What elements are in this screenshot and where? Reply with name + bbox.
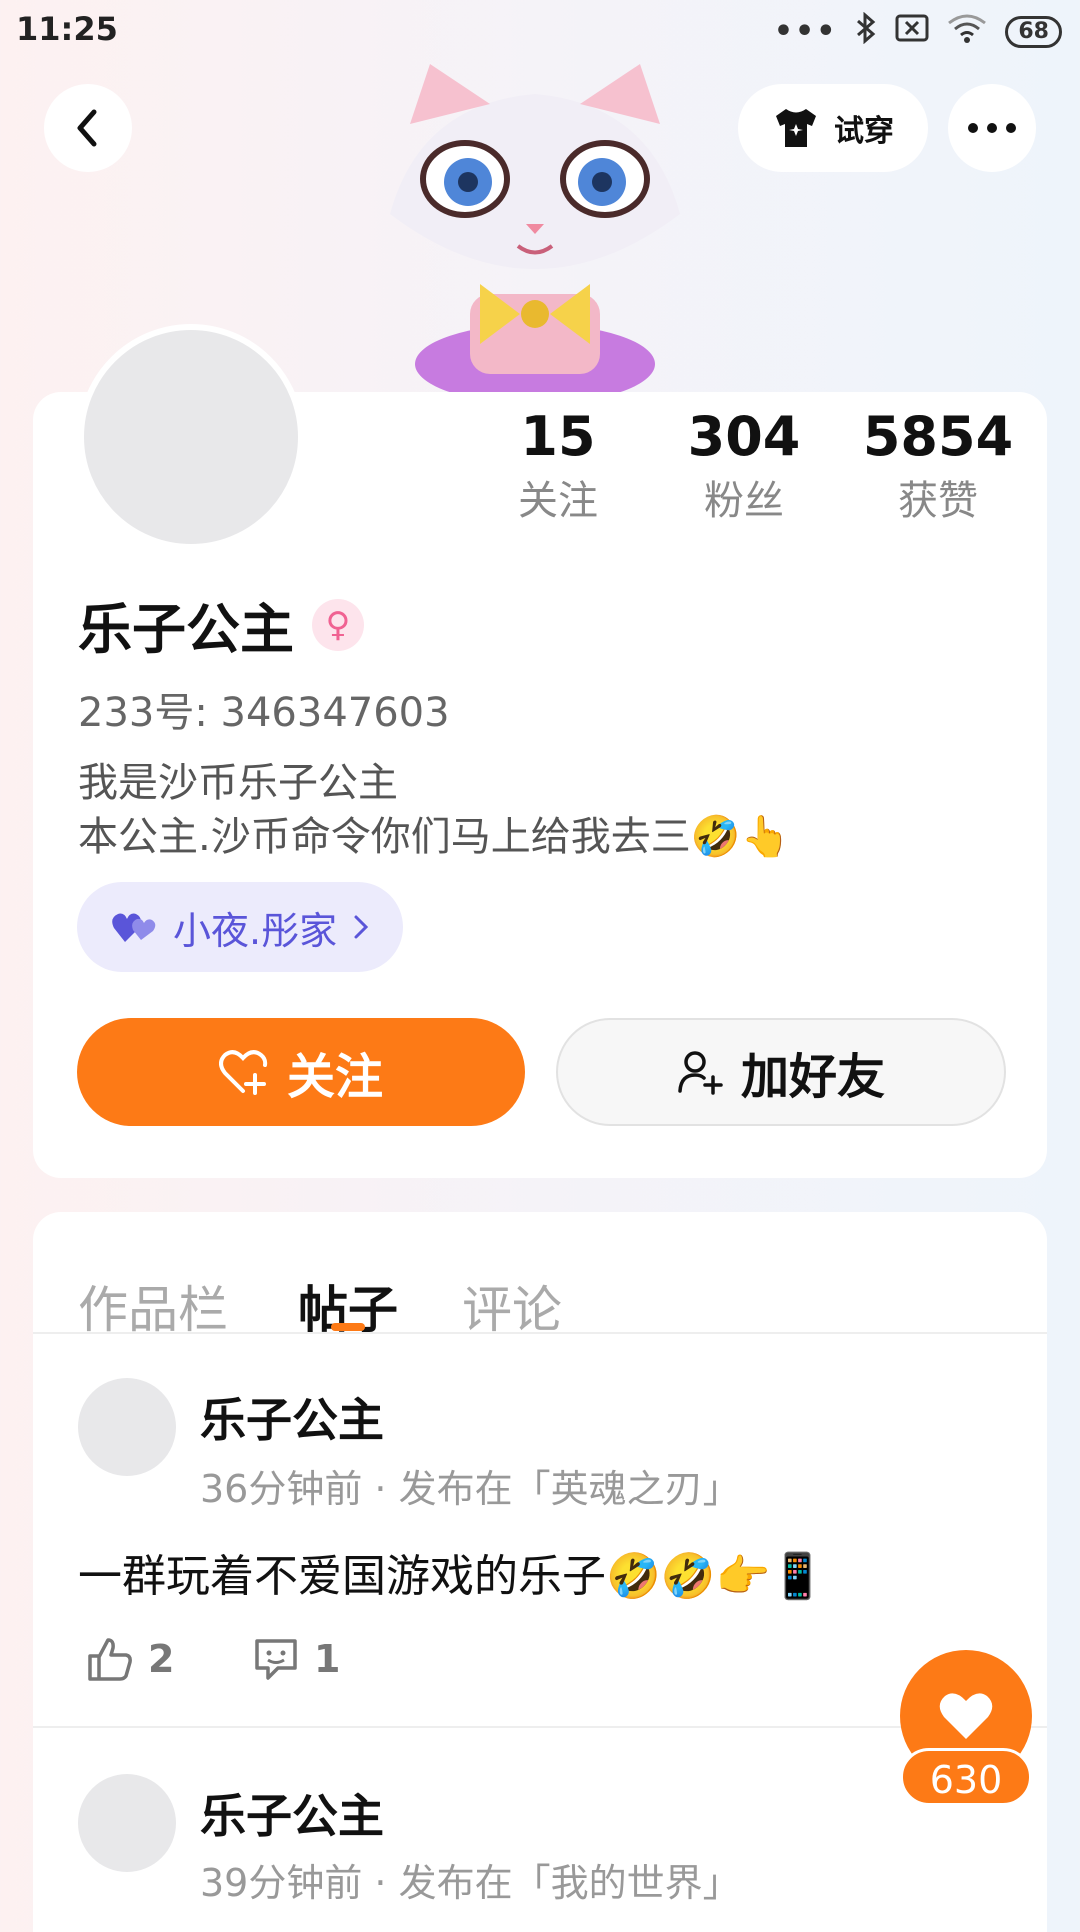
post-divider [33,1726,1047,1728]
stat-followers-value: 304 [687,405,801,468]
stat-following[interactable]: 15 关注 [478,405,638,533]
bio-line-2: 本公主.沙币命令你们马上给我去三🤣👆 [78,814,791,860]
post-meta: 39分钟前 · 发布在「我的世界」 [200,1861,741,1905]
stat-followers[interactable]: 304 粉丝 [664,405,824,533]
post-author-name[interactable]: 乐子公主 [200,1384,384,1450]
female-gender-icon: ♀ [312,598,364,651]
character-avatar-image[interactable] [350,64,720,394]
profile-bio: 我是沙币乐子公主 本公主.沙币命令你们马上给我去三🤣👆 [78,756,790,864]
tabs-divider [33,1332,1047,1334]
more-button[interactable] [948,84,1036,172]
stat-following-label: 关注 [518,478,598,524]
sim-off-icon [895,14,929,49]
back-button[interactable] [44,84,132,172]
profile-uid: 233号: 346347603 [78,690,450,736]
more-notifications-icon: ••• [773,14,838,49]
follow-label: 关注 [286,1049,383,1105]
family-tag-label: 小夜.彤家 [173,908,338,953]
heart-plus-icon [218,1050,268,1095]
post-author-name[interactable]: 乐子公主 [200,1780,384,1846]
double-heart-icon [112,913,156,942]
battery-indicator: 68 [1005,15,1062,48]
status-time: 11:25 [16,10,118,48]
active-tab-indicator [331,1323,365,1331]
profile-name: 乐子公主 [78,598,294,661]
follow-button[interactable]: 关注 [77,1018,525,1126]
more-dots-icon [968,123,1016,133]
stat-likes[interactable]: 5854 获赞 [858,405,1018,533]
add-user-icon [678,1051,723,1095]
try-on-label: 试穿 [834,114,894,149]
profile-name-row: 乐子公主 ♀ [78,585,364,664]
thumbs-up-icon [88,1638,132,1681]
post-text[interactable]: 一群玩着不爱国游戏的乐子🤣🤣👉📱 [78,1540,825,1604]
stat-followers-label: 粉丝 [704,478,784,524]
post-like-button[interactable]: 2 [86,1636,174,1682]
shirt-icon [776,109,816,147]
post-author-avatar[interactable] [78,1378,176,1476]
bluetooth-icon [855,11,877,51]
family-tag-button[interactable]: 小夜.彤家 [77,882,404,972]
add-friend-button[interactable]: 加好友 [556,1018,1006,1126]
wifi-icon [947,13,987,50]
floating-like-count: 630 [900,1748,1032,1806]
post-like-count: 2 [148,1637,175,1681]
heart-icon [939,1693,993,1739]
profile-avatar[interactable] [78,324,304,550]
post-author-avatar[interactable] [78,1774,176,1872]
post-comment-count: 1 [314,1637,341,1681]
post-meta: 36分钟前 · 发布在「英魂之刃」 [200,1467,741,1511]
bio-line-1: 我是沙币乐子公主 [78,760,398,806]
stat-likes-label: 获赞 [898,478,978,524]
post-comment-button[interactable]: 1 [252,1636,340,1682]
stat-following-value: 15 [520,405,596,468]
chevron-right-icon [354,915,369,939]
stat-likes-value: 5854 [862,405,1014,468]
chevron-left-icon [77,109,97,147]
try-on-button[interactable]: 试穿 [738,84,928,172]
add-friend-label: 加好友 [740,1049,885,1105]
comment-icon [255,1639,297,1680]
status-icons: ••• 68 [773,11,1062,51]
